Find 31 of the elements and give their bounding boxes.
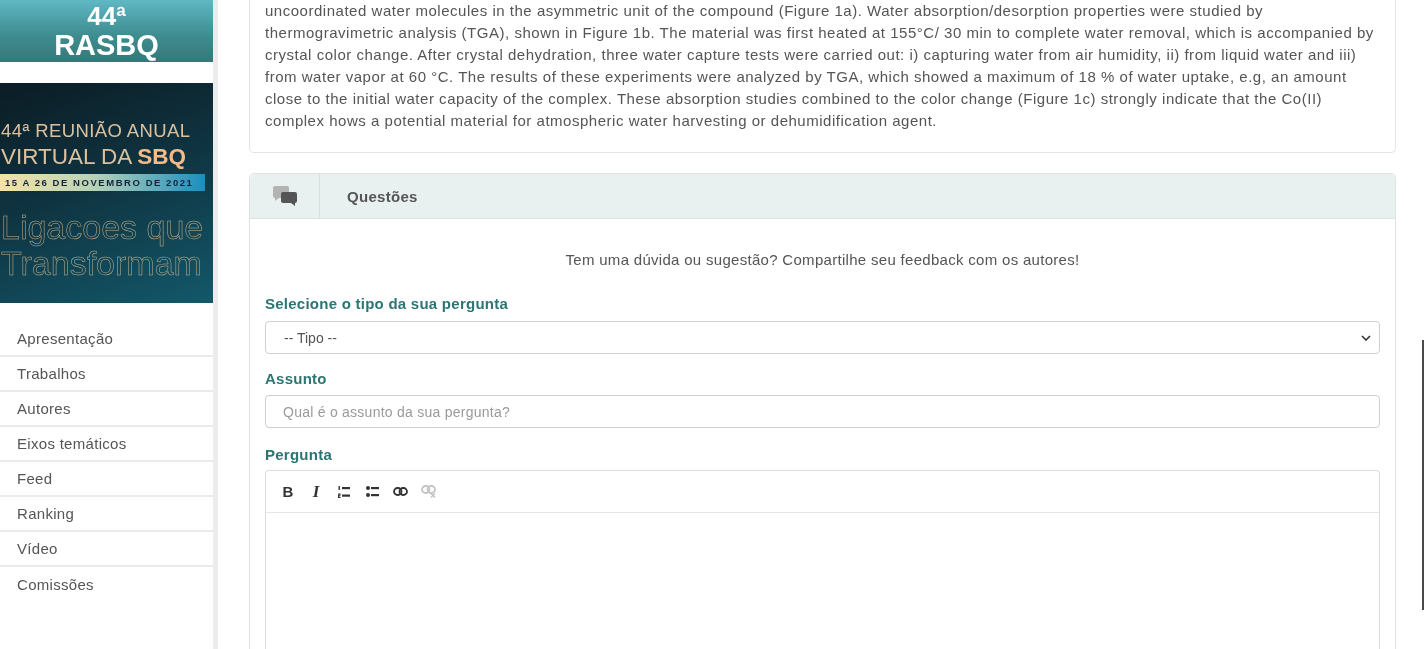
scrollbar-thumb[interactable]	[1422, 340, 1424, 610]
menu-link[interactable]: Feed	[0, 462, 213, 497]
banner-number: 44ª	[87, 2, 126, 30]
poster-title: VIRTUAL DA SBQ	[0, 143, 187, 171]
bullet-list-icon	[365, 486, 379, 497]
field-label: Assunto	[265, 369, 328, 389]
abstract-text: uncoordinated water molecules in the asymmetric unit of the compound (Figure 1a). Water absorption/desorption properties were studied by thermogravimetric analysis (TGA), shown in Figure 1b. The material was first heated at 155°C/ 30 min to complete water removal, which is accompanied by crystal color change. After crystal dehydration, three water capture tests were carried out: i) capturing water from air humidity, ii) from liquid water and iii) from water vapor at 60 °C. The results of these experiments were analyzed by TGA, which showed a maximum of 18 % of water uptake, e.g, an amount close to the initial water capacity of the complex. These absorption studies combined to the color change (Figure 1c) strongly indicate that the Co(II) complex hows a potential material for atmospheric water harvesting or dehumidification agent.	[265, 1, 1375, 131]
questions-title: Questões	[346, 187, 418, 205]
date-strip: 15 A 26 DE NOVEMBRO DE 2021	[0, 174, 205, 191]
broken-link-icon	[420, 485, 436, 498]
menu-link[interactable]: Eixos temáticos	[0, 427, 213, 462]
chevron-down-icon	[1361, 334, 1371, 341]
menu-link[interactable]: Vídeo	[0, 532, 213, 567]
menu-link[interactable]: Ranking	[0, 497, 213, 532]
intro-text: Tem uma dúvida ou sugestão? Compartilhe seu feedback com os autores!	[564, 250, 1081, 270]
menu-link[interactable]: Apresentação	[0, 322, 213, 357]
field-label: Selecione o tipo da sua pergunta	[265, 294, 510, 314]
numbered-list-icon	[338, 485, 350, 498]
italic-button[interactable]: I	[302, 479, 330, 504]
chat-bubbles-icon	[272, 186, 297, 206]
poster-slogan: Ligacoes que Transformam	[0, 209, 205, 281]
field-label: Pergunta	[265, 445, 333, 465]
banner-title: RASBQ	[54, 29, 159, 60]
chain-link-icon	[392, 487, 408, 496]
subject-input[interactable]: Qual é o assunto da sua pergunta?	[265, 395, 1380, 428]
menu-link[interactable]: Autores	[0, 392, 213, 427]
type-select[interactable]: -- Tipo --	[265, 321, 1380, 354]
menu-link[interactable]: Trabalhos	[0, 357, 213, 392]
menu-link[interactable]: Comissões	[0, 567, 213, 602]
poster-title: 44ª REUNIÃO ANUAL	[0, 119, 191, 143]
bold-button[interactable]: B	[274, 479, 302, 504]
